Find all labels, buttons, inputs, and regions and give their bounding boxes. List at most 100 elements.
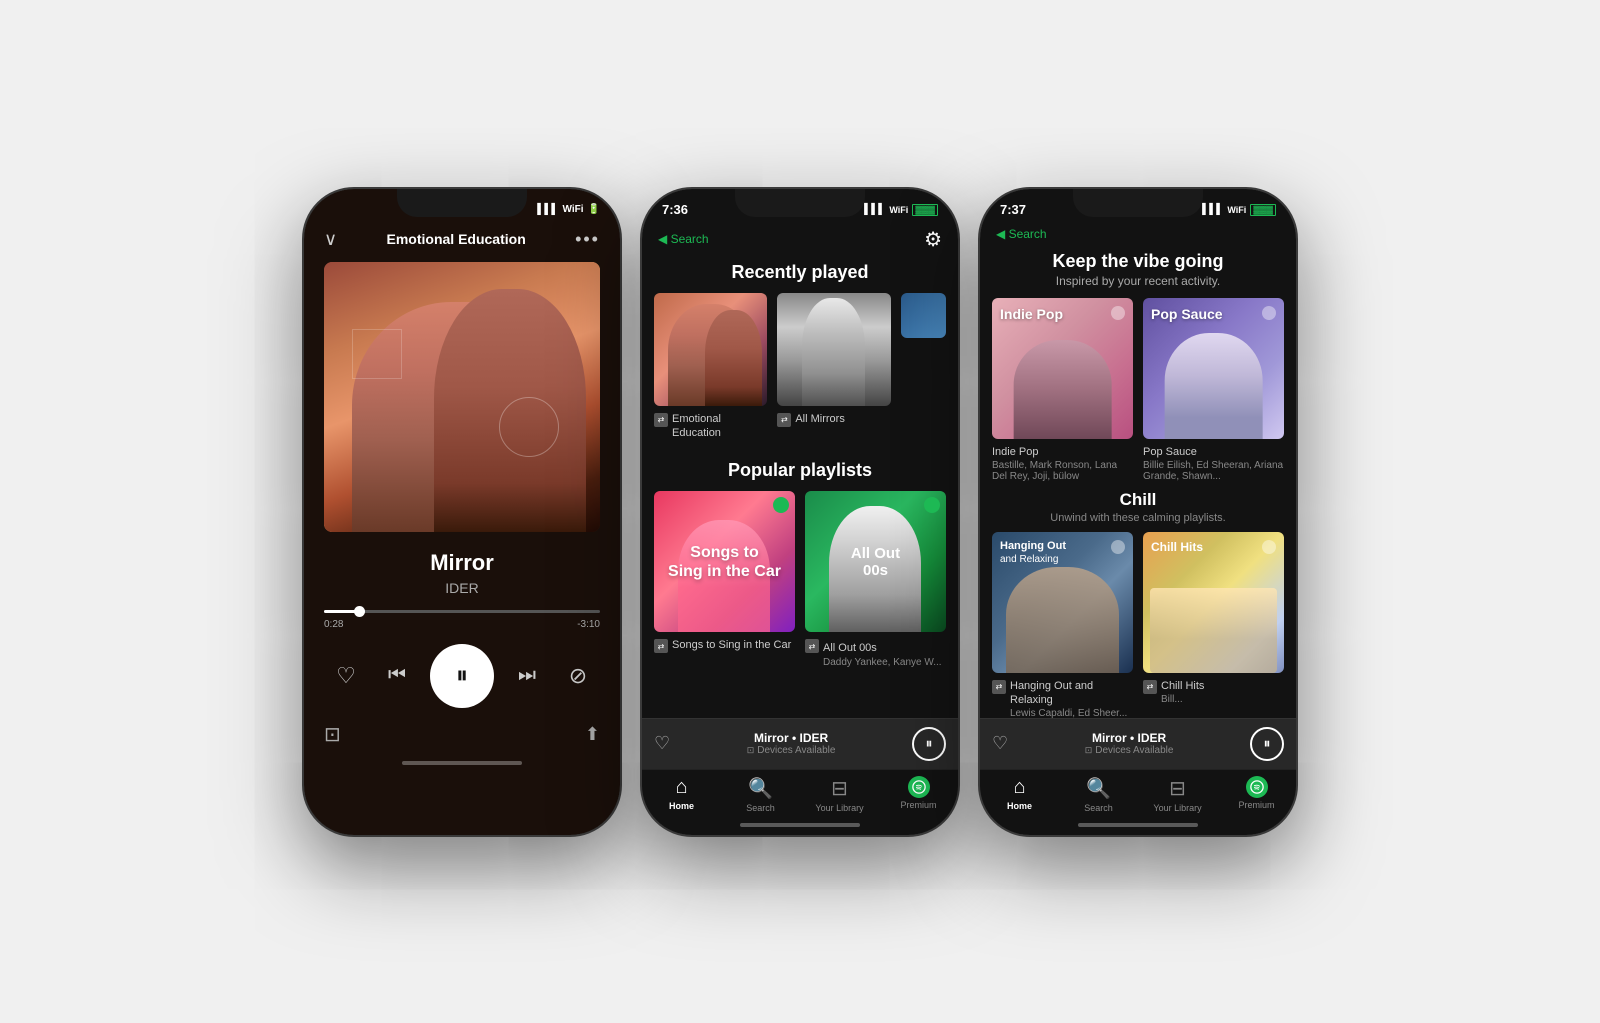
np-pause-button[interactable]: ⏸ [912, 727, 946, 761]
partial-thumb [901, 293, 946, 338]
search-icon-3: 🔍 [1086, 776, 1111, 801]
phone-3-screen: 7:37 ▌▌▌ WiFi ▓▓▓ ◀ Search Keep the vibe… [980, 189, 1296, 835]
mirrors-art-bg [777, 293, 890, 406]
wifi-icon-3: WiFi [1227, 205, 1246, 215]
now-playing-bar-3: ♡ Mirror • IDER ⊡ Devices Available ⏸ [980, 718, 1296, 769]
tab-home-label-2: Home [669, 801, 694, 811]
home-indicator-2[interactable] [740, 823, 860, 827]
indiepop-sub: Bastille, Mark Ronson, Lana Del Rey, Joj… [992, 460, 1133, 482]
np-heart-icon-3[interactable]: ♡ [992, 733, 1008, 754]
tab-search-3[interactable]: 🔍 Search [1059, 776, 1138, 813]
chillhits-label: ⇄ Chill Hits Bill... [1143, 679, 1284, 705]
popsauce-dot [1262, 306, 1276, 320]
block-button[interactable]: ⊘ [560, 658, 596, 694]
np-pause-button-3[interactable]: ⏸ [1250, 727, 1284, 761]
phone-2: 7:36 ▌▌▌ WiFi ▓▓▓ ◀ Search ⚙ Recently pl… [640, 187, 960, 837]
tab-library-3[interactable]: ⊟ Your Library [1138, 776, 1217, 813]
status-time-3: 7:37 [1000, 202, 1026, 217]
tab-premium-label-3: Premium [1238, 800, 1274, 810]
library-icon: ⊟ [831, 776, 848, 801]
mirrors-label: ⇄ All Mirrors [777, 412, 890, 427]
tab-search-2[interactable]: 🔍 Search [721, 776, 800, 813]
tab-home-3[interactable]: ⌂ Home [980, 776, 1059, 813]
allout00s-art: All Out00s [805, 491, 946, 632]
list-item[interactable]: ⇄ All Mirrors [777, 293, 890, 441]
tab-premium-2[interactable]: Premium [879, 776, 958, 813]
progress-times: 0:28 -3:10 [324, 619, 600, 630]
chillhits-dot [1262, 540, 1276, 554]
tab-home-2[interactable]: ⌂ Home [642, 776, 721, 813]
songs-car-dot [773, 497, 789, 513]
back-search-button[interactable]: ◀ Search [658, 232, 709, 246]
tab-library-label-2: Your Library [815, 803, 863, 813]
indiepop-art: Indie Pop [992, 298, 1133, 439]
chillhits-sub: Bill... [1161, 694, 1204, 705]
allout-name: All Out 00s [823, 642, 877, 654]
phone-1-screen: ▌▌▌ WiFi 🔋 ∨ Emotional Education ••• [304, 189, 620, 835]
songs-car-name: Songs to Sing in the Car [672, 638, 791, 652]
chillhits-name: Chill Hits [1161, 679, 1204, 693]
devices-icon[interactable]: ⊡ [324, 722, 341, 747]
np-title-2: Mirror • IDER [678, 731, 904, 745]
list-item[interactable]: Indie Pop Indie Pop Bastille, Mark Ronso… [992, 298, 1133, 482]
chevron-down-icon[interactable]: ∨ [324, 229, 337, 250]
album-art [324, 262, 600, 532]
chill-sub: Unwind with these calming playlists. [992, 512, 1284, 524]
skip-back-button[interactable]: ⏮ [379, 658, 415, 694]
tab-bar-2: ⌂ Home 🔍 Search ⊟ Your Library Premium [642, 769, 958, 817]
home-indicator-1[interactable] [402, 761, 522, 765]
list-item[interactable]: ⇄ Emotional Education [654, 293, 767, 441]
skip-forward-button[interactable]: ⏭ [509, 658, 545, 694]
album-art-image [324, 262, 600, 532]
songs-car-bg: Songs toSing in the Car [654, 491, 795, 632]
phone-3: 7:37 ▌▌▌ WiFi ▓▓▓ ◀ Search Keep the vibe… [978, 187, 1298, 837]
popsauce-figure [1164, 333, 1263, 439]
emotional-education-thumb [654, 293, 767, 406]
home-icon-3: ⌂ [1013, 776, 1025, 799]
mirror-figure [802, 298, 864, 406]
share-icon[interactable]: ⬆ [585, 724, 600, 745]
recently-played-title: Recently played [654, 258, 946, 293]
chillhits-overlay: Chill Hits [1151, 540, 1203, 554]
indiepop-info: Indie Pop Bastille, Mark Ronson, Lana De… [992, 445, 1133, 482]
tab-search-label-3: Search [1084, 803, 1113, 813]
back-search-button-3[interactable]: ◀ Search [996, 227, 1047, 241]
progress-track [324, 610, 600, 613]
indiepop-label-overlay: Indie Pop [1000, 306, 1063, 322]
tab-premium-3[interactable]: Premium [1217, 776, 1296, 813]
tab-library-2[interactable]: ⊟ Your Library [800, 776, 879, 813]
list-item[interactable]: Hanging Outand Relaxing ⇄ Hanging Out an… [992, 532, 1133, 718]
allout-info: All Out 00s Daddy Yankee, Kanye W... [823, 638, 942, 668]
popsauce-label-overlay: Pop Sauce [1151, 306, 1223, 322]
hangingout-bg: Hanging Outand Relaxing [992, 532, 1133, 673]
progress-fill [324, 610, 360, 613]
shuffle-icon-6: ⇄ [1143, 680, 1157, 694]
np-heart-icon[interactable]: ♡ [654, 733, 670, 754]
track-artist: IDER [324, 580, 600, 596]
wifi-icon-2: WiFi [889, 205, 908, 215]
list-item[interactable]: Chill Hits ⇄ Chill Hits Bill... [1143, 532, 1284, 718]
list-item[interactable]: Pop Sauce Pop Sauce Billie Eilish, Ed Sh… [1143, 298, 1284, 482]
battery-icon: 🔋 [588, 204, 600, 215]
status-time-2: 7:36 [662, 202, 688, 217]
more-options-icon[interactable]: ••• [575, 229, 600, 250]
notch-2 [735, 189, 865, 217]
progress-bar[interactable]: 0:28 -3:10 [304, 602, 620, 638]
play-pause-button[interactable]: ⏸ [430, 644, 494, 708]
wifi-icon: WiFi [563, 204, 584, 215]
spotify-premium-icon-3 [1246, 776, 1268, 798]
settings-gear-icon[interactable]: ⚙ [924, 227, 942, 252]
home-indicator-3[interactable] [1078, 823, 1198, 827]
songs-car-overlay-text: Songs toSing in the Car [661, 543, 788, 581]
shuffle-icon-2: ⇄ [777, 413, 791, 427]
notch-1 [397, 189, 527, 217]
home-icon: ⌂ [675, 776, 687, 799]
list-item[interactable]: All Out00s ⇄ All Out 00s Daddy Yankee, K… [805, 491, 946, 668]
elapsed-time: 0:28 [324, 619, 343, 630]
popsauce-name: Pop Sauce [1143, 445, 1284, 459]
popsauce-thumb: Pop Sauce [1143, 298, 1284, 439]
heart-button[interactable]: ♡ [328, 658, 364, 694]
list-item[interactable]: Songs toSing in the Car ⇄ Songs to Sing … [654, 491, 795, 668]
art-figure-2 [705, 310, 762, 406]
indiepop-name: Indie Pop [992, 445, 1133, 459]
